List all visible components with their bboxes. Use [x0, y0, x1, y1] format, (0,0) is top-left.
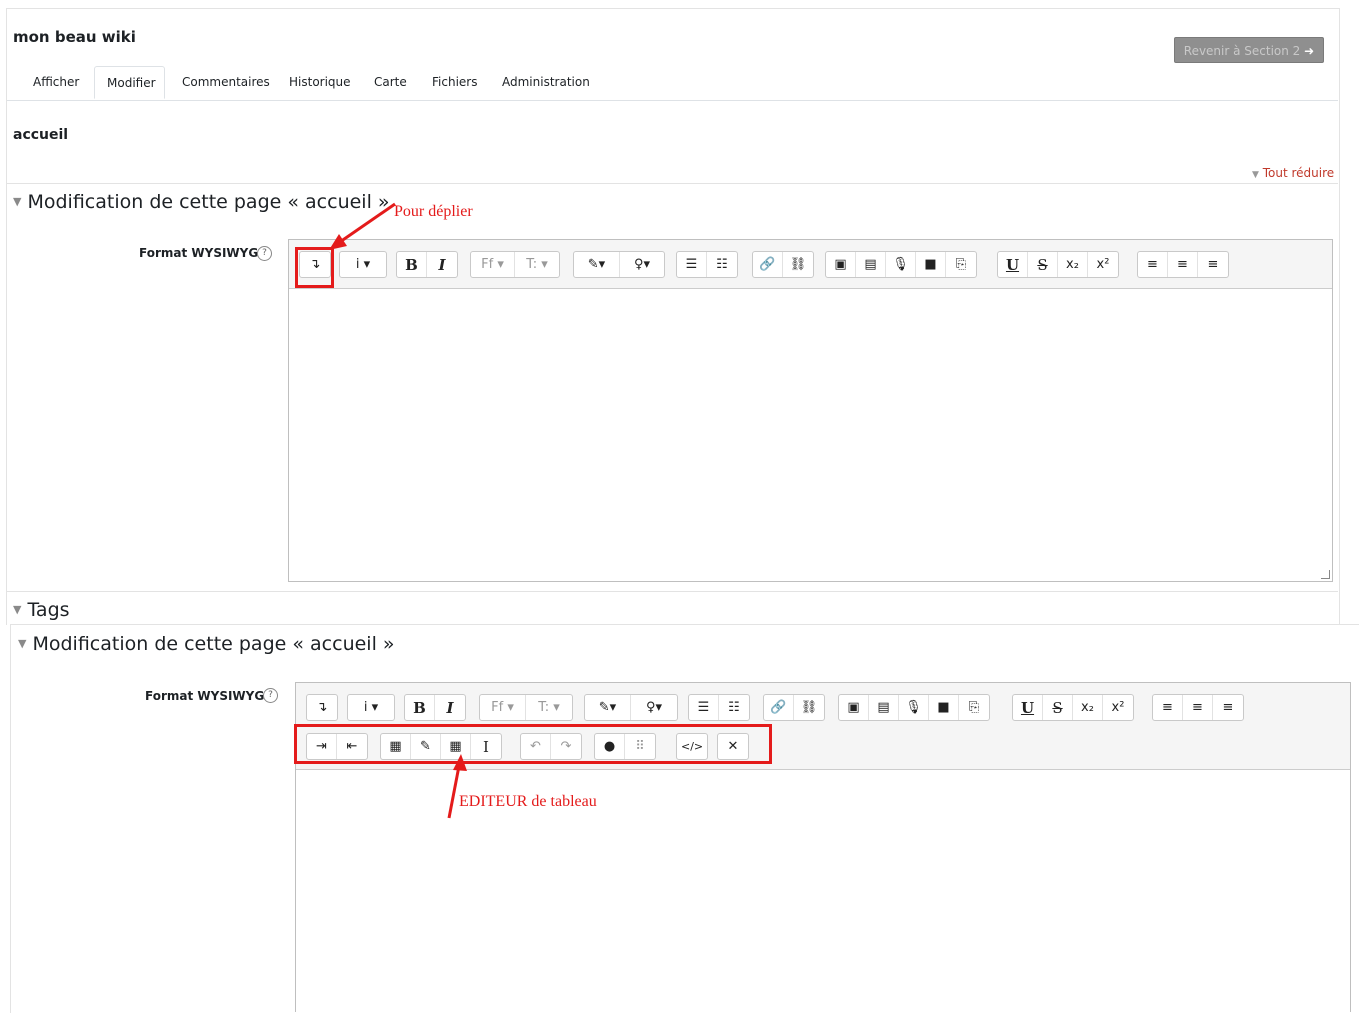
- align-right-button[interactable]: ≡: [1213, 695, 1243, 720]
- collapse-all-link[interactable]: ▼ Tout réduire: [1252, 166, 1334, 180]
- page-name: accueil: [13, 127, 69, 143]
- ordered-list-button[interactable]: ☷: [719, 695, 749, 720]
- help-icon[interactable]: ?: [263, 688, 278, 703]
- align-left-button[interactable]: ≡: [1138, 252, 1168, 277]
- unordered-list-button[interactable]: ☰: [689, 695, 719, 720]
- link-button[interactable]: 🔗: [764, 695, 794, 720]
- strikethrough-button[interactable]: S: [1028, 252, 1058, 277]
- video-button[interactable]: ■: [916, 252, 946, 277]
- highlight-button[interactable]: ♀▾: [631, 695, 677, 720]
- editor-1: ↴ i ▾ BI Ff ▾ T: ▾ ✎▾ ♀▾ ☰ ☷ 🔗 ⛓ ▣ ▤ 🎙 ■ ⎘ U Sx₂ x…: [288, 239, 1333, 582]
- collapse-all-label: Tout réduire: [1262, 166, 1335, 180]
- return-label: Revenir à Section 2: [1183, 44, 1301, 58]
- section2-legend[interactable]: ▼ Modification de cette page « accueil »: [18, 633, 395, 655]
- triangle-down-icon: ▼: [1252, 170, 1259, 180]
- ordered-list-button[interactable]: ☷: [707, 252, 737, 277]
- font-size-button[interactable]: T: ▾: [526, 695, 572, 720]
- bold-button[interactable]: B: [397, 252, 427, 277]
- tab-modifier[interactable]: Modifier: [94, 66, 165, 99]
- subscript-button[interactable]: x₂: [1073, 695, 1103, 720]
- arrow-annotation-2: [447, 754, 467, 819]
- unlink-button[interactable]: ⛓: [794, 695, 824, 720]
- highlight-button[interactable]: ♀▾: [620, 252, 664, 277]
- align-right-button[interactable]: ≡: [1198, 252, 1228, 277]
- tab-historique[interactable]: Historique: [289, 66, 351, 99]
- format-label: Format WYSIWYG: [139, 246, 259, 260]
- wiki-title: mon beau wiki: [13, 28, 136, 46]
- bold-button[interactable]: B: [405, 695, 435, 720]
- arrow-annotation-1: [329, 202, 396, 250]
- align-center-button[interactable]: ≡: [1183, 695, 1213, 720]
- section2-legend-text: Modification de cette page « accueil »: [32, 633, 395, 655]
- annotation-text-2: EDITEUR de tableau: [459, 793, 597, 810]
- resize-handle[interactable]: [1321, 570, 1330, 579]
- triangle-down-icon: ▼: [18, 637, 27, 650]
- audio-button[interactable]: 🎙: [899, 695, 929, 720]
- image-button[interactable]: ▣: [826, 252, 856, 277]
- editor-toolbar: ↴ i ▾ BI Ff ▾ T: ▾ ✎▾ ♀▾ ☰ ☷ 🔗 ⛓ ▣ ▤ 🎙 ■ ⎘ U Sx₂ x…: [289, 240, 1332, 289]
- return-to-section-button[interactable]: Revenir à Section 2 ➜: [1174, 37, 1324, 63]
- strikethrough-button[interactable]: S: [1043, 695, 1073, 720]
- font-family-button[interactable]: Ff ▾: [471, 252, 515, 277]
- sign-in-icon: ➜: [1304, 44, 1315, 58]
- tags-legend-text: Tags: [27, 599, 70, 621]
- tab-carte[interactable]: Carte: [374, 66, 407, 99]
- unordered-list-button[interactable]: ☰: [677, 252, 707, 277]
- text-color-button[interactable]: ✎▾: [574, 252, 620, 277]
- triangle-down-icon: ▼: [13, 195, 22, 208]
- underline-button[interactable]: U: [998, 252, 1028, 277]
- italic-button[interactable]: I: [427, 252, 457, 277]
- tab-bar: Afficher Modifier Commentaires Historiqu…: [7, 66, 1338, 101]
- subscript-button[interactable]: x₂: [1058, 252, 1088, 277]
- annotation-text-1: Pour déplier: [394, 203, 473, 220]
- media-button[interactable]: ▤: [869, 695, 899, 720]
- manage-files-button[interactable]: ⎘: [946, 252, 976, 277]
- info-button[interactable]: i ▾: [348, 695, 394, 720]
- font-size-button[interactable]: T: ▾: [515, 252, 559, 277]
- tab-afficher[interactable]: Afficher: [33, 66, 79, 99]
- video-button[interactable]: ■: [929, 695, 959, 720]
- superscript-button[interactable]: x²: [1088, 252, 1118, 277]
- expand-toolbar-button[interactable]: ↴: [307, 695, 337, 720]
- manage-files-button[interactable]: ⎘: [959, 695, 989, 720]
- divider: [7, 591, 1338, 592]
- divider: [7, 183, 1338, 184]
- media-button[interactable]: ▤: [856, 252, 886, 277]
- format-label-2: Format WYSIWYG: [145, 689, 265, 703]
- align-center-button[interactable]: ≡: [1168, 252, 1198, 277]
- superscript-button[interactable]: x²: [1103, 695, 1133, 720]
- tags-legend[interactable]: ▼ Tags: [13, 599, 70, 621]
- tab-administration[interactable]: Administration: [502, 66, 590, 99]
- audio-button[interactable]: 🎙: [886, 252, 916, 277]
- underline-button[interactable]: U: [1013, 695, 1043, 720]
- tab-commentaires[interactable]: Commentaires: [182, 66, 270, 99]
- image-button[interactable]: ▣: [839, 695, 869, 720]
- align-left-button[interactable]: ≡: [1153, 695, 1183, 720]
- highlight-box-second-row: [294, 724, 772, 764]
- font-family-button[interactable]: Ff ▾: [480, 695, 526, 720]
- help-icon[interactable]: ?: [257, 246, 272, 261]
- tab-fichiers[interactable]: Fichiers: [432, 66, 477, 99]
- unlink-button[interactable]: ⛓: [783, 252, 813, 277]
- link-button[interactable]: 🔗: [753, 252, 783, 277]
- triangle-down-icon: ▼: [13, 603, 22, 616]
- italic-button[interactable]: I: [435, 695, 465, 720]
- text-color-button[interactable]: ✎▾: [585, 695, 631, 720]
